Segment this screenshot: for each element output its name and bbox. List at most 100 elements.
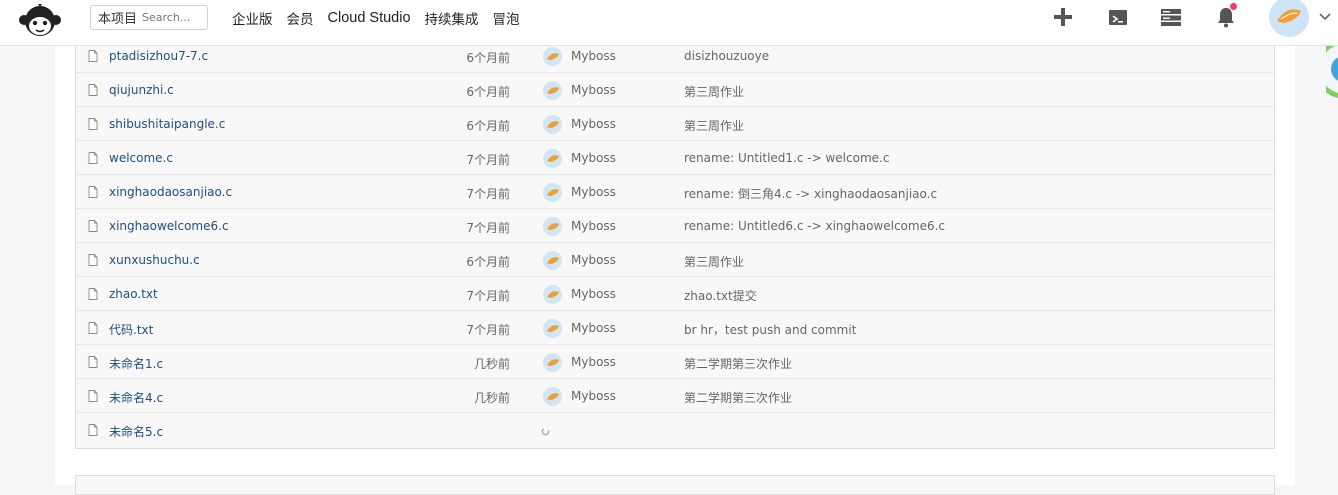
file-icon bbox=[88, 152, 98, 164]
file-row[interactable]: welcome.c 7个月前 Myboss rename: Untitled1.c -… bbox=[76, 141, 1274, 175]
file-name-link[interactable]: zhao.txt bbox=[109, 287, 158, 301]
chevron-down-icon[interactable] bbox=[1318, 10, 1332, 24]
file-name-link[interactable]: xinghaodaosanjiao.c bbox=[109, 185, 232, 199]
file-icon bbox=[88, 322, 98, 334]
file-updated-time: 6个月前 bbox=[466, 119, 510, 133]
file-row[interactable]: xinghaodaosanjiao.c 7个月前 Myboss rename: 倒三角… bbox=[76, 175, 1274, 209]
committer-avatar[interactable] bbox=[543, 285, 562, 304]
commit-message[interactable]: rename: 倒三角4.c -> xinghaodaosanjiao.c bbox=[684, 185, 937, 202]
committer-name[interactable]: Myboss bbox=[571, 83, 616, 97]
commit-message[interactable]: 第三周作业 bbox=[684, 253, 744, 270]
committer-avatar[interactable] bbox=[543, 217, 562, 236]
search-input[interactable] bbox=[142, 11, 205, 24]
file-icon bbox=[88, 424, 98, 436]
search-scope-label[interactable]: 本项目 bbox=[91, 8, 142, 27]
committer-avatar[interactable] bbox=[543, 251, 562, 270]
file-name-link[interactable]: 未命名5.c bbox=[109, 423, 163, 440]
file-name-link[interactable]: qiujunzhi.c bbox=[109, 83, 174, 97]
commit-message[interactable]: rename: Untitled1.c -> welcome.c bbox=[684, 151, 889, 165]
file-list: ptadisizhou7-7.c 6个月前 Myboss disizhouzuoye q… bbox=[75, 38, 1275, 449]
file-name-link[interactable]: 未命名1.c bbox=[109, 355, 163, 372]
file-updated-time: 7个月前 bbox=[466, 323, 510, 337]
commit-message[interactable]: br hr，test push and commit bbox=[684, 321, 856, 338]
committer-avatar[interactable] bbox=[543, 115, 562, 134]
file-updated-time: 几秒前 bbox=[473, 391, 510, 405]
commit-message[interactable]: 第二学期第三次作业 bbox=[684, 355, 792, 372]
committer-name[interactable]: Myboss bbox=[571, 151, 616, 165]
file-updated-time: 7个月前 bbox=[466, 221, 510, 235]
committer-name[interactable]: Myboss bbox=[571, 219, 616, 233]
file-row[interactable]: qiujunzhi.c 6个月前 Myboss 第三周作业 bbox=[76, 73, 1274, 107]
plus-icon[interactable] bbox=[1052, 6, 1074, 28]
file-icon bbox=[88, 118, 98, 130]
file-row[interactable]: 未命名1.c 几秒前 Myboss 第二学期第三次作业 bbox=[76, 345, 1274, 379]
file-name-link[interactable]: ptadisizhou7-7.c bbox=[109, 49, 208, 63]
commit-message[interactable]: disizhouzuoye bbox=[684, 49, 769, 63]
file-updated-time: 7个月前 bbox=[466, 187, 510, 201]
coding-monkey-logo[interactable] bbox=[18, 3, 62, 39]
main-nav: 企业版 会员 Cloud Studio 持续集成 冒泡 bbox=[232, 0, 534, 36]
file-updated-time: 几秒前 bbox=[473, 357, 510, 371]
file-icon bbox=[88, 288, 98, 300]
top-nav-bar: 本项目 企业版 会员 Cloud Studio 持续集成 冒泡 bbox=[0, 0, 1338, 46]
file-name-link[interactable]: xunxushuchu.c bbox=[109, 253, 200, 267]
file-row[interactable]: zhao.txt 7个月前 Myboss zhao.txt提交 bbox=[76, 277, 1274, 311]
committer-name[interactable]: Myboss bbox=[571, 117, 616, 131]
floating-widget-edge[interactable] bbox=[1326, 40, 1338, 98]
terminal-icon[interactable] bbox=[1107, 6, 1129, 28]
committer-avatar[interactable] bbox=[543, 353, 562, 372]
file-icon bbox=[88, 220, 98, 232]
file-updated-time: 7个月前 bbox=[466, 153, 510, 167]
commit-message[interactable]: zhao.txt提交 bbox=[684, 287, 757, 304]
committer-name[interactable]: Myboss bbox=[571, 49, 616, 63]
nav-enterprise[interactable]: 企业版 bbox=[232, 8, 273, 28]
file-name-link[interactable]: 未命名4.c bbox=[109, 389, 163, 406]
notification-dot bbox=[1230, 3, 1237, 10]
file-row[interactable]: shibushitaipangle.c 6个月前 Myboss 第三周作业 bbox=[76, 107, 1274, 141]
nav-bubble[interactable]: 冒泡 bbox=[493, 8, 520, 28]
file-icon bbox=[88, 390, 98, 402]
file-icon bbox=[88, 50, 98, 62]
secondary-panel bbox=[75, 475, 1275, 495]
server-icon[interactable] bbox=[1160, 6, 1182, 28]
committer-avatar[interactable] bbox=[543, 149, 562, 168]
committer-name[interactable]: Myboss bbox=[571, 389, 616, 403]
committer-avatar[interactable] bbox=[543, 387, 562, 406]
committer-avatar[interactable] bbox=[543, 319, 562, 338]
committer-name[interactable]: Myboss bbox=[571, 355, 616, 369]
project-search: 本项目 bbox=[90, 5, 208, 30]
file-updated-time: 6个月前 bbox=[466, 255, 510, 269]
file-name-link[interactable]: welcome.c bbox=[109, 151, 173, 165]
file-icon bbox=[88, 84, 98, 96]
file-name-link[interactable]: 代码.txt bbox=[109, 321, 153, 338]
committer-name[interactable]: Myboss bbox=[571, 185, 616, 199]
commit-message[interactable]: 第二学期第三次作业 bbox=[684, 389, 792, 406]
file-name-link[interactable]: shibushitaipangle.c bbox=[109, 117, 225, 131]
loading-spinner-icon bbox=[541, 427, 550, 436]
file-icon bbox=[88, 356, 98, 368]
file-row[interactable]: xunxushuchu.c 6个月前 Myboss 第三周作业 bbox=[76, 243, 1274, 277]
file-updated-time: 6个月前 bbox=[466, 51, 510, 65]
file-icon bbox=[88, 186, 98, 198]
commit-message[interactable]: rename: Untitled6.c -> xinghaowelcome6.c bbox=[684, 219, 945, 233]
committer-avatar[interactable] bbox=[543, 81, 562, 100]
committer-name[interactable]: Myboss bbox=[571, 253, 616, 267]
file-name-link[interactable]: xinghaowelcome6.c bbox=[109, 219, 229, 233]
nav-membership[interactable]: 会员 bbox=[287, 8, 314, 28]
committer-avatar[interactable] bbox=[543, 47, 562, 66]
nav-cloud-studio[interactable]: Cloud Studio bbox=[328, 10, 411, 26]
commit-message[interactable]: 第三周作业 bbox=[684, 83, 744, 100]
nav-ci[interactable]: 持续集成 bbox=[425, 8, 479, 28]
file-icon bbox=[88, 254, 98, 266]
file-row[interactable]: 代码.txt 7个月前 Myboss br hr，test push and comm… bbox=[76, 311, 1274, 345]
file-row[interactable]: 未命名5.c bbox=[76, 413, 1274, 448]
user-avatar[interactable] bbox=[1269, 0, 1309, 37]
committer-name[interactable]: Myboss bbox=[571, 321, 616, 335]
file-updated-time: 7个月前 bbox=[466, 289, 510, 303]
committer-name[interactable]: Myboss bbox=[571, 287, 616, 301]
file-updated-time: 6个月前 bbox=[466, 85, 510, 99]
committer-avatar[interactable] bbox=[543, 183, 562, 202]
file-row[interactable]: xinghaowelcome6.c 7个月前 Myboss rename: Untit… bbox=[76, 209, 1274, 243]
file-row[interactable]: 未命名4.c 几秒前 Myboss 第二学期第三次作业 bbox=[76, 379, 1274, 413]
commit-message[interactable]: 第三周作业 bbox=[684, 117, 744, 134]
